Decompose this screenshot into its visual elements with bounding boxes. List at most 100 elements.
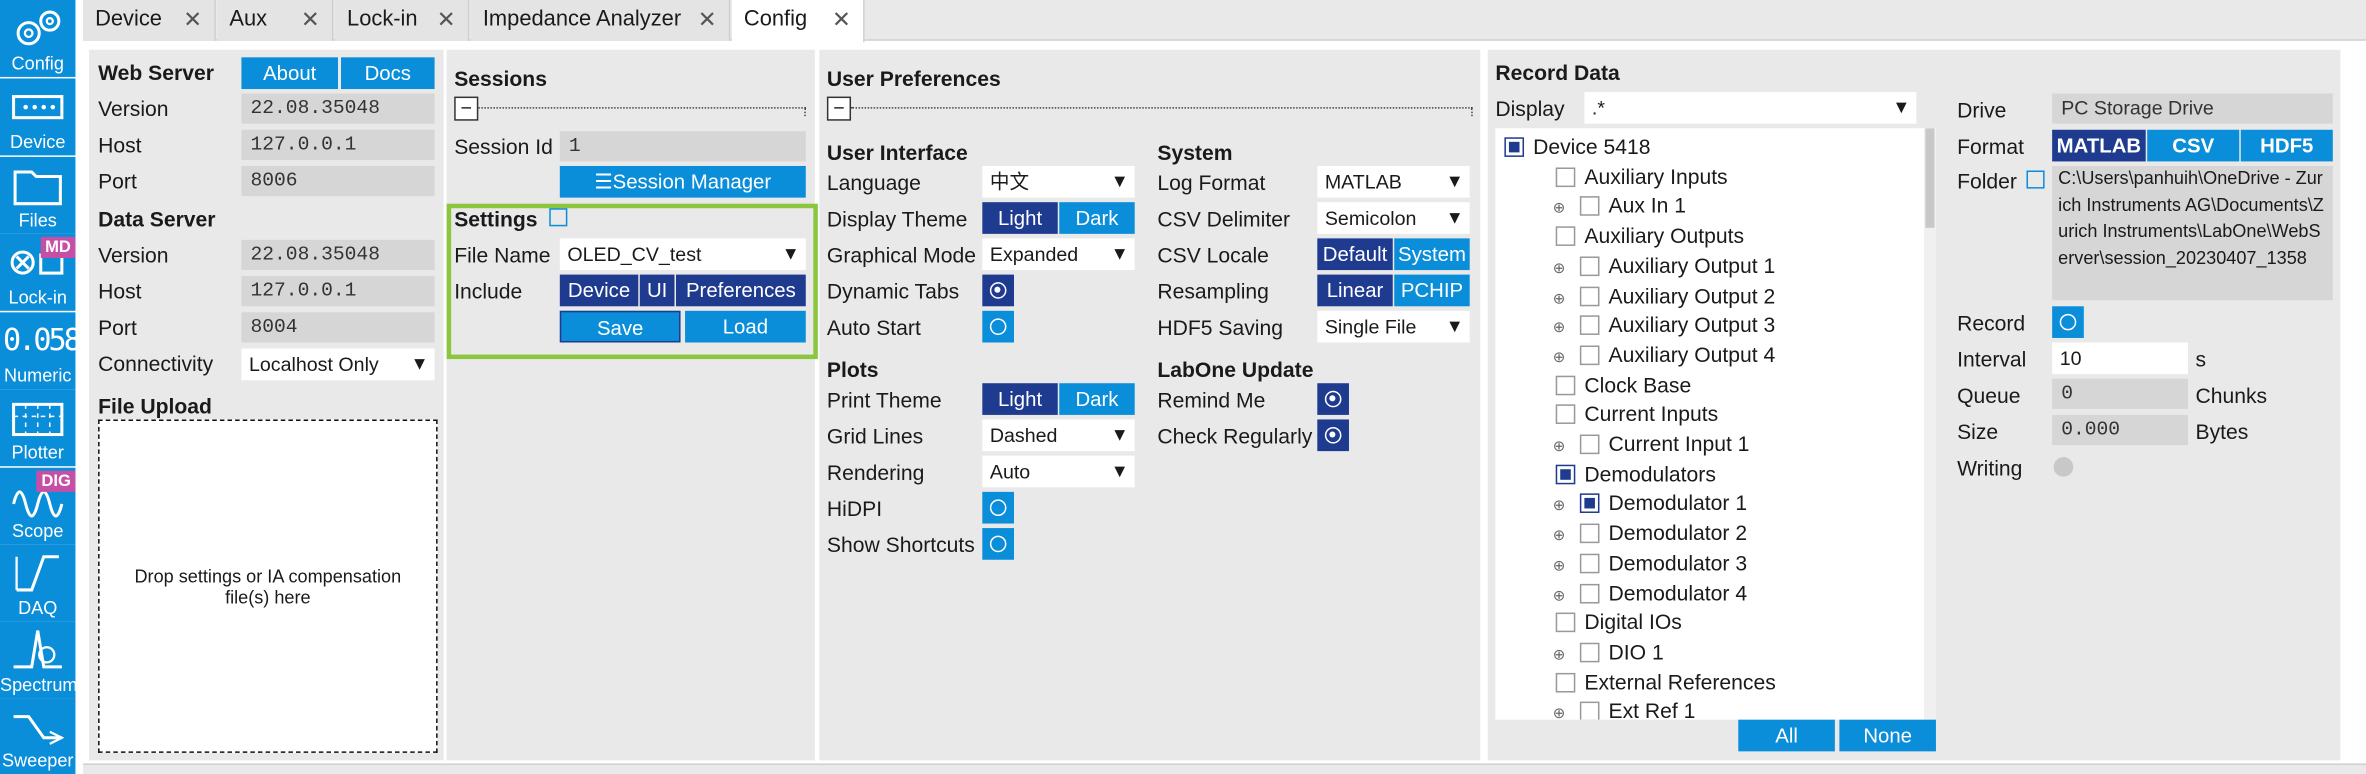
tree-row[interactable]: Demodulators [1555,458,1716,488]
tree-row[interactable]: Auxiliary Outputs [1555,220,1744,250]
select-none-button[interactable]: None [1839,719,1936,752]
tree-checkbox[interactable] [1579,345,1600,365]
dynamic-tabs-toggle[interactable] [982,274,1015,307]
print-dark-button[interactable]: Dark [1059,383,1135,415]
tab-config[interactable]: Config ✕ [731,0,865,43]
tree-checkbox[interactable] [1579,642,1600,663]
tree-row[interactable]: Digital IOs [1555,607,1682,637]
file-drop-zone[interactable]: Drop settings or IA compensation file(s)… [98,419,438,753]
rendering-select[interactable]: Auto ▼ [982,455,1135,488]
tree-checkbox[interactable] [1579,553,1600,574]
tree-row[interactable]: ⊕ Demodulator 2 [1553,518,1747,548]
print-light-button[interactable]: Light [982,383,1058,415]
include-ui-toggle[interactable]: UI [639,274,675,307]
docs-button[interactable]: Docs [341,57,435,90]
load-button[interactable]: Load [685,310,806,343]
tree-row[interactable]: ⊕ Demodulator 1 [1553,488,1747,518]
tree-row[interactable]: ⊕ Demodulator 3 [1553,547,1747,577]
format-hdf5-button[interactable]: HDF5 [2240,129,2333,162]
tree-row[interactable]: ⊕ Auxiliary Output 4 [1553,339,1776,369]
tree-row[interactable]: External References [1555,666,1776,696]
show-shortcuts-toggle[interactable] [982,528,1015,560]
resampling-pchip-button[interactable]: PCHIP [1394,274,1470,307]
tree-scrollbar[interactable] [1923,128,1936,720]
close-icon[interactable]: ✕ [832,0,851,41]
tree-row[interactable]: ⊕ Current Input 1 [1553,428,1750,458]
auto-start-toggle[interactable] [982,310,1015,343]
tree-checkbox[interactable] [1579,285,1600,306]
tree-checkbox[interactable] [1579,493,1600,514]
theme-dark-button[interactable]: Dark [1059,202,1135,234]
tab-aux[interactable]: Aux ✕ [217,0,334,41]
sidebar-item-scope[interactable]: DIG Scope [0,467,76,545]
tree-row[interactable]: ⊕ Auxiliary Output 3 [1553,310,1776,340]
grid-lines-select[interactable]: Dashed ▼ [982,419,1135,452]
sidebar-item-plotter[interactable]: Plotter [0,389,76,467]
record-toggle[interactable] [2052,306,2084,338]
tree-checkbox[interactable] [1555,464,1576,484]
external-link-icon[interactable] [2026,170,2045,189]
sidebar-item-config[interactable]: Config [0,0,76,77]
sidebar-item-spectrum[interactable]: Spectrum [0,621,76,699]
external-link-icon[interactable] [549,208,568,227]
format-matlab-button[interactable]: MATLAB [2052,129,2146,162]
tree-scrollbar-thumb[interactable] [1925,128,1935,228]
tree-checkbox[interactable] [1555,672,1576,692]
hidpi-toggle[interactable] [982,491,1015,524]
remind-me-toggle[interactable] [1317,383,1349,415]
hdf5-saving-select[interactable]: Single File ▼ [1317,310,1470,343]
tab-impedance-analyzer[interactable]: Impedance Analyzer ✕ [470,0,731,41]
collapse-icon[interactable]: − [826,96,852,121]
tree-row[interactable]: ⊕ Auxiliary Output 2 [1553,280,1776,310]
tree-row[interactable]: Clock Base [1555,369,1691,399]
include-device-toggle[interactable]: Device [559,274,639,307]
tree-checkbox[interactable] [1555,404,1576,425]
tree-checkbox[interactable] [1555,167,1576,187]
check-regularly-toggle[interactable] [1317,419,1349,452]
include-preferences-toggle[interactable]: Preferences [676,274,806,307]
locale-default-button[interactable]: Default [1317,238,1393,271]
save-button[interactable]: Save [559,310,681,343]
sidebar-item-lock-in[interactable]: MD Lock-in [0,233,76,311]
close-icon[interactable]: ✕ [437,0,456,41]
tab-lock-in[interactable]: Lock-in ✕ [334,0,470,41]
tree-checkbox[interactable] [1504,137,1525,157]
tree-row[interactable]: ⊕ DIO 1 [1553,637,1664,667]
resampling-linear-button[interactable]: Linear [1317,274,1393,307]
tree-checkbox[interactable] [1579,196,1600,217]
tree-checkbox[interactable] [1579,523,1600,544]
tree-checkbox[interactable] [1579,256,1600,276]
theme-light-button[interactable]: Light [982,202,1058,234]
select-all-button[interactable]: All [1738,719,1835,752]
tree-checkbox[interactable] [1555,375,1576,395]
log-format-select[interactable]: MATLAB ▼ [1317,165,1470,198]
expand-icon[interactable]: ⊕ [1553,701,1568,720]
tree-checkbox[interactable] [1579,434,1600,455]
sidebar-item-files[interactable]: Files [0,156,76,234]
tree-checkbox[interactable] [1555,612,1576,633]
file-name-select[interactable]: OLED_CV_test ▼ [559,238,806,271]
format-csv-button[interactable]: CSV [2147,129,2240,162]
tree-row[interactable]: ⊕ Demodulator 4 [1553,577,1747,607]
tree-checkbox[interactable] [1579,702,1600,720]
close-icon[interactable]: ✕ [183,0,202,41]
sidebar-item-device[interactable]: Device [0,78,76,156]
tree-row[interactable]: Device 5418 [1504,131,1651,161]
tree-checkbox[interactable] [1579,583,1600,603]
tree-row[interactable]: ⊕ Ext Ref 1 [1553,696,1695,720]
close-icon[interactable]: ✕ [301,0,320,41]
csv-delimiter-select[interactable]: Semicolon ▼ [1317,202,1470,234]
tree-checkbox[interactable] [1555,226,1576,247]
close-icon[interactable]: ✕ [698,0,717,41]
sidebar-item-sweeper[interactable]: Sweeper [0,698,76,774]
interval-input[interactable]: 10 [2052,342,2188,375]
tree-row[interactable]: ⊕ Auxiliary Output 1 [1553,250,1776,280]
tree-row[interactable]: ⊕ Aux In 1 [1553,191,1686,221]
sidebar-item-daq[interactable]: DAQ [0,544,76,622]
locale-system-button[interactable]: System [1394,238,1470,271]
display-filter-select[interactable]: .* ▼ [1584,92,1917,124]
tab-device[interactable]: Device ✕ [82,0,216,41]
tree-checkbox[interactable] [1579,315,1600,336]
about-button[interactable]: About [241,57,339,90]
collapse-icon[interactable]: − [454,96,479,121]
